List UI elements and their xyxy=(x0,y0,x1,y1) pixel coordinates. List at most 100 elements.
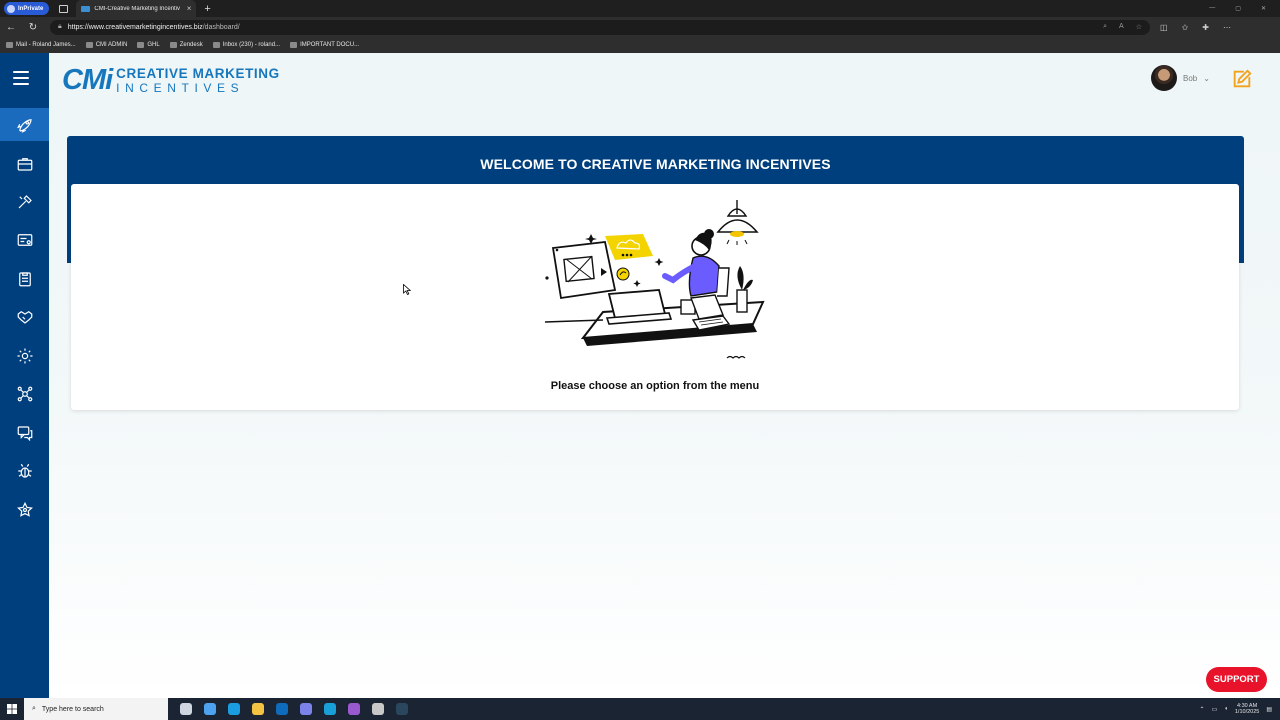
bookmark-favicon-icon xyxy=(85,42,93,48)
bookmark-item[interactable]: Zendesk xyxy=(169,42,203,48)
browser-app-icon[interactable] xyxy=(348,703,360,715)
sidebar-item-id-card[interactable] xyxy=(0,223,49,256)
steam-icon[interactable] xyxy=(396,703,408,715)
bookmark-label: CMI ADMIN xyxy=(95,42,128,48)
outlook-icon[interactable] xyxy=(276,703,288,715)
windows-taskbar: ⌕ Type here to search ⌃ ▭ ◖ 4:30 AM 1/10… xyxy=(0,698,1280,720)
tab-favicon-icon xyxy=(81,5,91,12)
sidebar-item-network[interactable] xyxy=(0,377,49,410)
tools-icon xyxy=(18,194,32,208)
bookmark-item[interactable]: Mail - Roland James... xyxy=(6,42,76,48)
more-options-icon[interactable]: ⋯ xyxy=(1223,23,1231,32)
zoom-icon[interactable]: ⌕ xyxy=(1103,23,1107,31)
bookmark-item[interactable]: IMPORTANT DOCU... xyxy=(290,42,359,48)
bookmark-favicon-icon xyxy=(6,42,13,48)
extensions-icon[interactable]: ✚ xyxy=(1202,23,1209,32)
read-aloud-icon[interactable]: A xyxy=(1119,23,1124,31)
favorite-star-icon[interactable]: ☆ xyxy=(1136,23,1142,31)
user-name: Bob xyxy=(1183,73,1198,83)
copilot-icon[interactable] xyxy=(204,703,216,715)
chevron-down-icon: ⌄ xyxy=(1203,73,1210,83)
bookmarks-bar: Mail - Roland James... CMI ADMIN GHL Zen… xyxy=(0,37,1280,53)
sidebar-item-handshake[interactable] xyxy=(0,300,49,333)
split-screen-icon[interactable]: ◫ xyxy=(1160,23,1168,32)
url-input[interactable]: 🔒︎ https://www.creativemarketingincentiv… xyxy=(50,19,1150,35)
tab-close-icon[interactable]: × xyxy=(187,4,192,13)
cmi-logo[interactable]: CMi CREATIVE MARKETING INCENTIVES xyxy=(62,66,280,95)
task-view-icon[interactable] xyxy=(180,703,192,715)
sidebar-item-rocket[interactable] xyxy=(0,108,49,141)
network-tray-icon[interactable]: ▭ xyxy=(1212,706,1218,713)
mouse-cursor-icon xyxy=(403,284,411,295)
windows-logo-icon xyxy=(7,704,17,714)
start-button[interactable] xyxy=(0,704,24,714)
sidebar-item-briefcase[interactable] xyxy=(0,147,49,180)
bookmark-item[interactable]: CMI ADMIN xyxy=(85,42,128,48)
user-menu[interactable]: Bob ⌄ xyxy=(1151,65,1210,91)
bookmark-item[interactable]: Inbox (230) - roland... xyxy=(212,42,281,48)
back-icon[interactable]: ← xyxy=(0,22,22,33)
handshake-icon xyxy=(17,310,32,324)
sidebar-item-support-chat[interactable] xyxy=(0,416,49,449)
browser-address-bar: ← ↻ 🔒︎ https://www.creativemarketingince… xyxy=(0,17,1280,37)
new-tab-button[interactable]: + xyxy=(204,3,210,15)
network-icon xyxy=(17,386,32,401)
sidebar-item-bug[interactable] xyxy=(0,454,49,487)
bug-icon xyxy=(17,463,32,478)
lock-icon[interactable]: 🔒︎ xyxy=(58,23,62,31)
bookmark-label: IMPORTANT DOCU... xyxy=(300,42,360,48)
card-message: Please choose an option from the menu xyxy=(550,380,760,392)
briefcase-icon xyxy=(17,157,32,171)
chevron-up-icon[interactable]: ⌃ xyxy=(1200,706,1205,713)
maximize-icon[interactable]: ▢ xyxy=(1235,5,1241,12)
url-path: /dashboard/ xyxy=(202,23,240,31)
refresh-icon[interactable]: ↻ xyxy=(22,22,44,33)
snipping-tool-icon[interactable] xyxy=(372,703,384,715)
inprivate-label: InPrivate xyxy=(18,5,44,12)
bookmark-favicon-icon xyxy=(137,42,145,48)
omnibox-actions: ⌕ A ☆ xyxy=(1103,23,1142,31)
support-button[interactable]: SUPPORT xyxy=(1206,667,1267,692)
taskbar-search-placeholder: Type here to search xyxy=(41,705,104,713)
teams-icon[interactable] xyxy=(300,703,312,715)
logo-line1: CREATIVE MARKETING xyxy=(116,66,280,82)
profile-icon xyxy=(7,4,15,13)
bookmark-label: Mail - Roland James... xyxy=(16,42,76,48)
notifications-icon[interactable]: ▤ xyxy=(1266,706,1272,713)
favorites-icon[interactable]: ✩ xyxy=(1182,23,1189,32)
id-card-icon xyxy=(17,233,32,246)
bookmark-label: Zendesk xyxy=(179,42,203,48)
window-controls: — ▢ ✕ xyxy=(1209,5,1266,12)
logo-mark: CMi xyxy=(62,64,113,96)
sidebar-item-clipboard[interactable] xyxy=(0,262,49,295)
bookmark-favicon-icon xyxy=(212,42,220,48)
folder-icon xyxy=(290,42,298,48)
url-host: https://www.creativemarketingincentives.… xyxy=(67,23,203,31)
edge-icon[interactable] xyxy=(228,703,240,715)
avatar xyxy=(1151,65,1177,91)
close-window-icon[interactable]: ✕ xyxy=(1261,5,1266,12)
browser-toolbar-right: ◫ ✩ ✚ ⋯ xyxy=(1160,23,1231,32)
bookmark-item[interactable]: GHL xyxy=(137,42,160,48)
taskbar-search-input[interactable]: ⌕ Type here to search xyxy=(24,698,168,720)
sidebar-item-star[interactable] xyxy=(0,493,49,526)
edit-note-icon[interactable] xyxy=(1231,68,1253,90)
taskbar-apps xyxy=(180,703,408,715)
inprivate-badge[interactable]: InPrivate xyxy=(4,2,50,15)
file-explorer-icon[interactable] xyxy=(252,703,264,715)
url-text: https://www.creativemarketingincentives.… xyxy=(68,24,240,31)
browser-tab-active[interactable]: CMI-Creative Marketing Incentiv × xyxy=(76,0,197,17)
sidebar xyxy=(0,53,49,698)
logo-wordmark: CREATIVE MARKETING INCENTIVES xyxy=(116,67,280,94)
minimize-icon[interactable]: — xyxy=(1209,5,1215,12)
sidebar-item-tools[interactable] xyxy=(0,185,49,218)
skype-icon[interactable] xyxy=(324,703,336,715)
hamburger-menu-icon[interactable] xyxy=(13,71,29,85)
chat-support-icon xyxy=(17,425,32,441)
search-icon: ⌕ xyxy=(32,705,36,712)
volume-icon[interactable]: ◖ xyxy=(1224,706,1228,712)
sidebar-item-settings[interactable] xyxy=(0,339,49,372)
clock[interactable]: 4:30 AM 1/10/2025 xyxy=(1235,703,1259,716)
workspaces-icon[interactable] xyxy=(59,4,69,13)
bookmark-label: Inbox (230) - roland... xyxy=(222,42,281,48)
